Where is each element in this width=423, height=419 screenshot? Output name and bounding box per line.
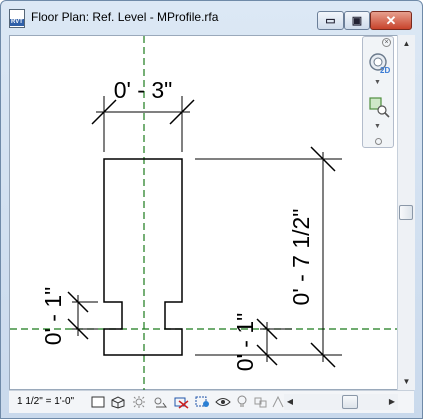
vertical-scrollbar[interactable]: ▲ ▼ xyxy=(397,35,415,390)
left-dimension-label: 0' - 1" xyxy=(40,287,66,346)
horizontal-scrollbar[interactable]: ◀ ▶ xyxy=(284,394,398,410)
scroll-down-icon[interactable]: ▼ xyxy=(398,373,415,390)
close-button[interactable]: ✕ xyxy=(370,11,412,30)
wheel-dropdown-icon[interactable]: ▼ xyxy=(374,79,381,86)
vertical-scroll-thumb[interactable] xyxy=(399,205,413,220)
zoom-region-icon[interactable] xyxy=(367,95,391,119)
title-bar[interactable]: RVT Floor Plan: Ref. Level - MProfile.rf… xyxy=(1,1,422,35)
minimize-button[interactable]: ▭ xyxy=(317,11,344,30)
navigation-bar: × 2D ▼ ▼ xyxy=(362,36,394,148)
top-dimension-label: 0' - 3" xyxy=(114,77,173,103)
highlight-displacement-icon[interactable] xyxy=(253,395,269,409)
zoom-dropdown-icon[interactable]: ▼ xyxy=(374,123,381,130)
view-scale[interactable]: 1 1/2" = 1'-0" xyxy=(17,396,74,407)
scroll-up-icon[interactable]: ▲ xyxy=(398,35,415,52)
horizontal-scroll-thumb[interactable] xyxy=(342,395,358,409)
visual-style-icon[interactable] xyxy=(110,395,126,409)
reveal-hidden-icon[interactable] xyxy=(236,395,248,409)
temporary-hide-icon[interactable] xyxy=(215,395,231,409)
analytical-model-icon[interactable] xyxy=(271,395,285,409)
profile-outline[interactable] xyxy=(103,158,183,356)
show-crop-icon[interactable] xyxy=(194,395,210,409)
left-dimension[interactable]: 0' - 1" xyxy=(40,287,98,346)
crop-view-icon[interactable] xyxy=(173,395,189,409)
shadows-icon[interactable] xyxy=(152,395,168,409)
family-editor-view-window: RVT Floor Plan: Ref. Level - MProfile.rf… xyxy=(0,0,423,419)
close-navigation-bar-icon[interactable]: × xyxy=(382,38,391,47)
maximize-button[interactable]: ▣ xyxy=(344,11,370,30)
scroll-right-icon[interactable]: ▶ xyxy=(386,394,398,410)
navigation-bar-options-icon[interactable] xyxy=(375,138,382,145)
scroll-left-icon[interactable]: ◀ xyxy=(284,394,296,410)
bottom-right-dimension-label: 0' - 1" xyxy=(232,313,258,372)
sun-path-icon[interactable] xyxy=(131,395,147,409)
svg-text:2D: 2D xyxy=(380,66,390,75)
window-title: Floor Plan: Ref. Level - MProfile.rfa xyxy=(31,10,219,24)
view-control-bar: 1 1/2" = 1'-0" ◀ ▶ xyxy=(9,390,414,413)
right-dimension[interactable]: 0' - 7 1/2" xyxy=(195,146,342,368)
top-dimension[interactable]: 0' - 3" xyxy=(91,77,195,152)
rvt-file-icon: RVT xyxy=(9,9,25,28)
2d-wheel-icon[interactable]: 2D xyxy=(367,51,391,75)
detail-level-icon[interactable] xyxy=(91,395,105,409)
right-dimension-label: 0' - 7 1/2" xyxy=(288,209,314,306)
drawing-canvas[interactable]: 0' - 3" 0' - 7 1/2" 0' - 1" 0' - 1" xyxy=(9,35,398,391)
bottom-right-dimension[interactable]: 0' - 1" xyxy=(232,313,292,372)
profile-drawing[interactable]: 0' - 3" 0' - 7 1/2" 0' - 1" 0' - 1" xyxy=(10,36,398,391)
